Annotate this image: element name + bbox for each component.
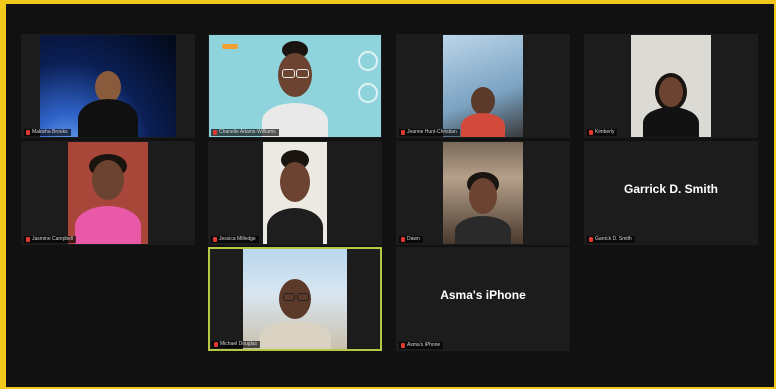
muted-microphone-icon: [589, 237, 593, 242]
participant-name-label: Jasmine Campbell: [24, 236, 77, 243]
participant-tile-1[interactable]: Makisha Brooks: [21, 34, 195, 138]
muted-microphone-icon: [589, 130, 593, 135]
participant-avatar: [455, 172, 511, 244]
participant-video: [263, 142, 327, 244]
participant-avatar: [267, 150, 323, 244]
participant-tile-2[interactable]: Chanelle Adams-Williams: [208, 34, 382, 138]
participant-name-label: Kimberly: [587, 129, 618, 136]
participant-tile-7[interactable]: Dawn: [396, 141, 570, 245]
participant-display-name: Garrick D. Smith: [623, 182, 719, 196]
background-circle-icon: [358, 83, 378, 103]
background-logo: [222, 44, 238, 49]
participant-tile-9-active-speaker[interactable]: Michael Douglas: [208, 247, 382, 351]
participant-tile-6[interactable]: Jessica Milledge: [208, 141, 382, 245]
muted-microphone-icon: [26, 130, 30, 135]
participant-tile-5[interactable]: Jasmine Campbell: [21, 141, 195, 245]
gallery-view: Makisha Brooks Chanelle Adams-Williams J…: [6, 4, 774, 387]
muted-microphone-icon: [213, 130, 217, 135]
participant-avatar: [259, 279, 331, 349]
participant-video: [209, 35, 381, 137]
participant-name-label: Makisha Brooks: [24, 129, 71, 136]
participant-video: [443, 142, 523, 244]
background-circle-icon: [358, 51, 378, 71]
participant-name-label: Garrick D. Smith: [587, 236, 635, 243]
participant-video: [40, 35, 176, 137]
participant-video: [631, 35, 711, 137]
participant-tile-10[interactable]: Asma's iPhone Asma's iPhone: [396, 247, 570, 351]
participant-tile-4[interactable]: Kimberly: [584, 34, 758, 138]
muted-microphone-icon: [214, 342, 218, 347]
participant-name-label: Jessica Milledge: [211, 236, 259, 243]
muted-microphone-icon: [401, 343, 405, 348]
participant-name-label: Chanelle Adams-Williams: [211, 129, 279, 136]
participant-video: [243, 249, 347, 349]
participant-tile-8[interactable]: Garrick D. Smith Garrick D. Smith: [584, 141, 758, 245]
participant-video: [68, 142, 148, 244]
zoom-meeting-window: Makisha Brooks Chanelle Adams-Williams J…: [6, 4, 774, 387]
muted-microphone-icon: [213, 237, 217, 242]
participant-avatar: [461, 87, 505, 137]
muted-microphone-icon: [401, 130, 405, 135]
participant-name-label: Asma's iPhone: [399, 342, 444, 349]
muted-microphone-icon: [26, 237, 30, 242]
participant-avatar: [260, 41, 330, 137]
participant-avatar: [78, 71, 138, 137]
participant-name-label: Dawn: [399, 236, 423, 243]
participant-tile-3[interactable]: Jeanne Hunt-Christian: [396, 34, 570, 138]
participant-avatar: [75, 154, 141, 244]
participant-video: [443, 35, 523, 137]
participant-name-label: Michael Douglas: [212, 341, 260, 348]
muted-microphone-icon: [401, 237, 405, 242]
participant-avatar: [643, 73, 699, 137]
participant-display-name: Asma's iPhone: [440, 288, 526, 302]
participant-name-label: Jeanne Hunt-Christian: [399, 129, 460, 136]
